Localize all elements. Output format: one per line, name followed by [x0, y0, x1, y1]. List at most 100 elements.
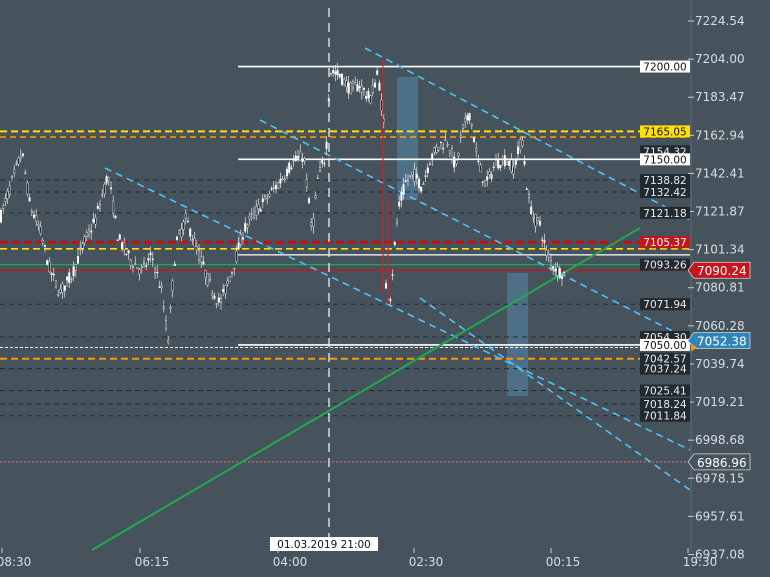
candle-body: [175, 236, 178, 240]
candle-body: [444, 139, 447, 142]
candles: [0, 59, 566, 345]
level-label-7150.00: 7150.00: [643, 154, 686, 166]
crosshair-time-label: 01.03.2019 21:00: [277, 539, 371, 551]
price-chart[interactable]: 01.03.2019 21:00 7224.54 7204.00 7183.47 71…: [0, 0, 770, 577]
candle-body: [448, 150, 451, 154]
y-axis-tick-label: 7204.00: [695, 52, 745, 66]
candle-body: [547, 254, 550, 258]
candle-body: [365, 96, 368, 99]
candle-body: [371, 85, 374, 93]
candle-body: [248, 216, 251, 220]
x-axis[interactable]: 08:30 06:15 04:00 02:30 00:15 19:30: [0, 548, 717, 569]
candle-body: [532, 216, 535, 219]
candle-body: [184, 213, 187, 219]
candle-body: [464, 117, 467, 123]
candle-body: [74, 264, 77, 271]
level-label-7165.05: 7165.05: [643, 126, 686, 138]
candle-body: [349, 82, 352, 95]
candle-body: [129, 259, 132, 266]
candle-body: [37, 224, 40, 226]
candle-body: [65, 276, 68, 281]
candle-body: [55, 280, 58, 288]
candle-body: [286, 168, 289, 177]
candle-body: [360, 85, 363, 93]
candle-body: [367, 91, 370, 99]
candle-body: [389, 299, 392, 302]
candle-body: [510, 159, 513, 173]
candle-body: [290, 167, 293, 170]
candle-body: [517, 146, 520, 155]
level-label-7071.94: 7071.94: [643, 299, 687, 311]
level-label-7093.26: 7093.26: [643, 260, 687, 272]
x-axis-tick-label: 04:00: [273, 555, 308, 569]
candle-body: [94, 217, 97, 225]
candle-body: [239, 234, 242, 245]
candle-body: [398, 201, 401, 207]
candle-body: [140, 266, 143, 268]
candle-body: [149, 252, 152, 256]
candle-body: [48, 261, 51, 273]
y-axis-tick-label: 6978.15: [695, 471, 745, 485]
y-axis[interactable]: 7224.54 7204.00 7183.47 7162.94 7142.41 7121.…: [688, 0, 745, 561]
candle-body: [61, 283, 64, 293]
candle-body: [281, 178, 284, 181]
candle-body: [451, 148, 454, 160]
candle-body: [189, 228, 192, 237]
candle-body: [87, 229, 90, 236]
candle-body: [420, 186, 423, 192]
candle-body: [63, 285, 66, 291]
candle-body: [167, 339, 170, 344]
candle-body: [407, 179, 410, 181]
candle-body: [255, 206, 258, 216]
candle-body: [545, 249, 548, 256]
candle-body: [512, 166, 515, 175]
y-axis-tick-label: 7183.47: [695, 90, 745, 104]
candle-body: [563, 271, 566, 273]
candle-body: [558, 268, 561, 279]
candle-body: [391, 274, 394, 276]
x-axis-tick-label: 00:15: [546, 555, 581, 569]
candle-body: [26, 182, 29, 195]
candle-body: [85, 231, 88, 237]
candle-body: [323, 163, 326, 165]
candle-body: [215, 303, 218, 305]
candle-body: [541, 239, 544, 241]
candle-body: [182, 221, 185, 230]
candle-body: [319, 167, 322, 171]
candle-body: [10, 175, 13, 178]
candle-body: [266, 197, 269, 200]
candle-body: [378, 82, 381, 91]
candle-body: [301, 158, 304, 162]
candle-body: [116, 239, 119, 241]
x-axis-tick-label: 19:30: [683, 555, 718, 569]
candle-body: [279, 179, 282, 184]
candle-body: [528, 194, 531, 198]
level-label-7037.24: 7037.24: [643, 364, 687, 376]
candle-body: [90, 230, 93, 233]
y-axis-tick-label: 7101.34: [695, 243, 745, 257]
y-axis-tick-label: 6957.61: [695, 509, 745, 523]
candle-body: [81, 243, 84, 249]
candle-body: [272, 187, 275, 189]
y-axis-tick-label: 7060.28: [695, 319, 745, 333]
level-label-7105.37: 7105.37: [643, 237, 686, 249]
candle-body: [316, 177, 319, 180]
candle-body: [303, 158, 306, 162]
candle-body: [178, 230, 181, 234]
candle-body: [374, 82, 377, 88]
level-label-7121.18: 7121.18: [643, 208, 686, 220]
y-axis-tick-label: 7019.21: [695, 395, 745, 409]
candle-body: [385, 283, 388, 289]
candle-body: [0, 209, 2, 223]
candle-body: [376, 70, 379, 75]
candle-body: [336, 69, 339, 76]
candle-body: [138, 269, 141, 274]
candle-body: [264, 195, 267, 197]
horizontal-levels: [0, 65, 690, 463]
price-flag-7052.38: 7052.38: [697, 334, 747, 348]
candle-body: [180, 228, 183, 238]
candle-body: [68, 272, 71, 283]
candle-body: [270, 188, 273, 190]
candle-body: [519, 139, 522, 151]
candle-body: [134, 263, 137, 265]
